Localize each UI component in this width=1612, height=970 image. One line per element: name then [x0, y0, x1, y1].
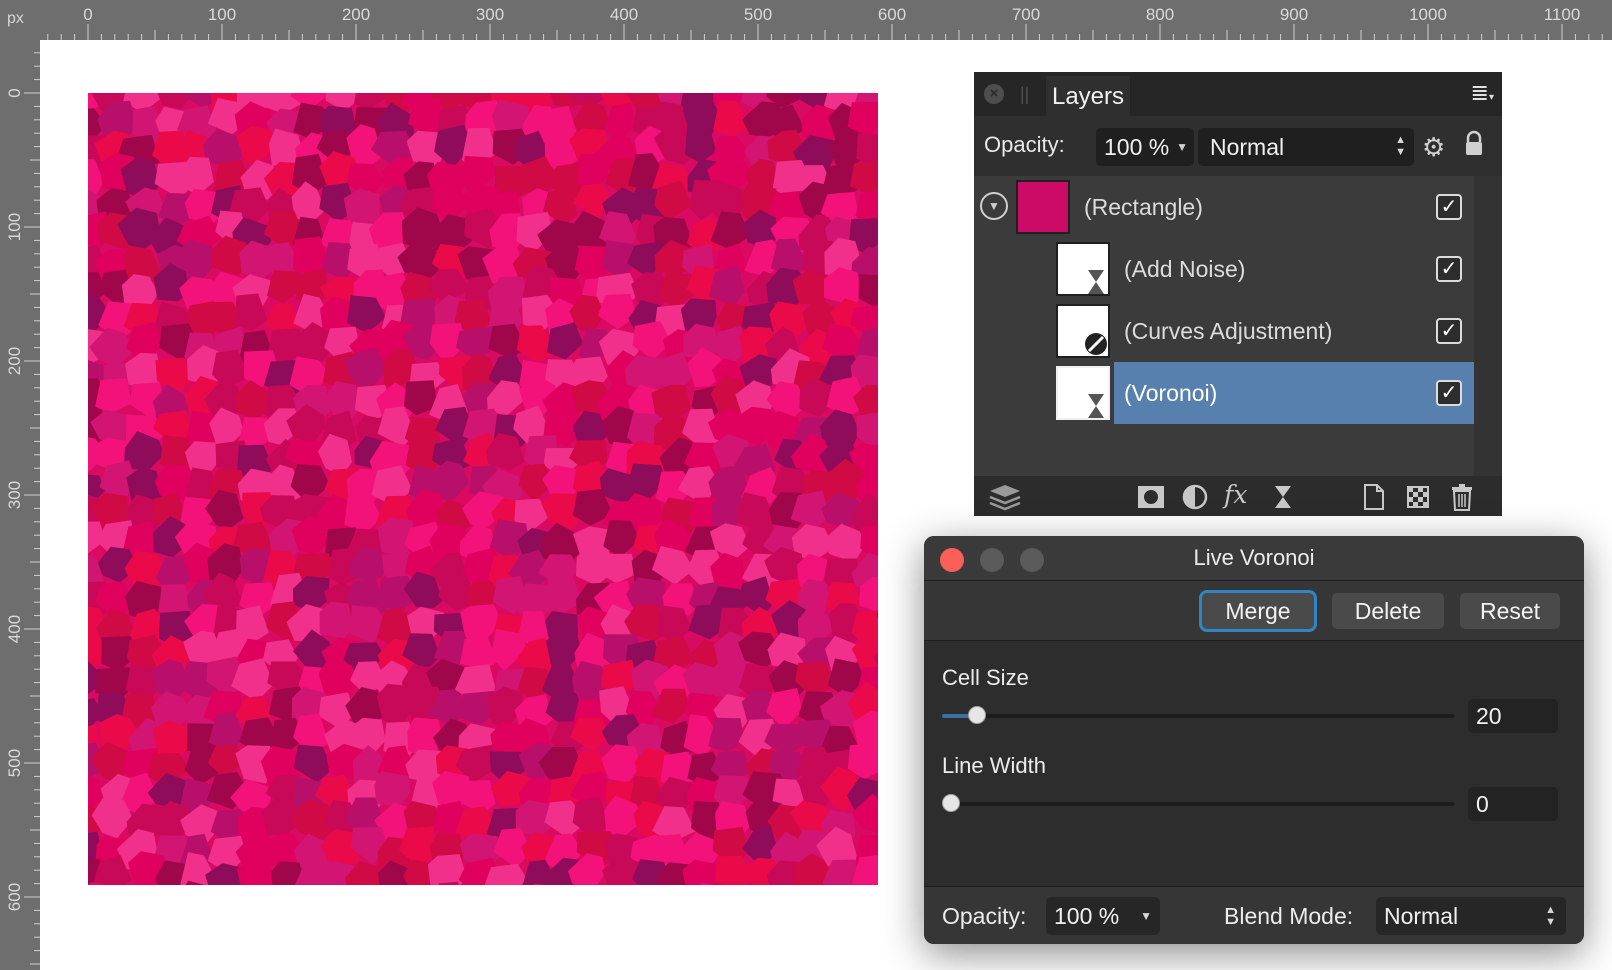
line-width-slider[interactable] [942, 794, 1454, 812]
live-voronoi-dialog: Live Voronoi Merge Delete Reset Cell Siz… [924, 536, 1584, 944]
collapse-toggle-icon[interactable]: ▼ [980, 192, 1008, 220]
cell-size-input[interactable]: 20 [1468, 699, 1558, 733]
ruler-label: 300 [476, 5, 504, 24]
dialog-opacity-value: 100 % [1054, 903, 1120, 929]
ruler-label: 1000 [1409, 5, 1447, 24]
panel-grip-icon[interactable]: || [1020, 84, 1029, 105]
ruler-label: 400 [5, 615, 24, 643]
reset-button[interactable]: Reset [1460, 593, 1560, 629]
layer-row-rectangle[interactable]: ▼ (Rectangle) ✓ [974, 176, 1474, 238]
chevron-down-icon: ▼ [1140, 909, 1152, 923]
layers-panel: × || Layers ≣▾ Opacity: 100 % ▼ Normal ▲… [974, 72, 1502, 516]
visibility-checkbox-curves[interactable]: ✓ [1436, 318, 1462, 344]
live-filter-icon [1088, 270, 1104, 294]
ruler-label: 100 [5, 213, 24, 241]
dialog-title: Live Voronoi [1193, 545, 1315, 570]
ruler-label: 600 [878, 5, 906, 24]
dialog-toolbar: Merge Delete Reset [924, 581, 1584, 641]
ruler-label: 1100 [1544, 5, 1581, 24]
ruler-label: 200 [5, 347, 24, 375]
layers-icon[interactable] [988, 482, 1022, 512]
ruler-label: 0 [5, 88, 24, 97]
chevron-down-icon: ▼ [1176, 140, 1188, 154]
dialog-opacity-select[interactable]: 100 % ▼ [1046, 897, 1160, 935]
new-layer-icon[interactable] [1360, 482, 1388, 512]
line-width-slider-knob[interactable] [942, 794, 960, 812]
cell-size-slider[interactable] [942, 706, 1454, 724]
layer-row-curves-adjustment[interactable]: (Curves Adjustment) ✓ [974, 300, 1474, 362]
horizontal-ruler: 0 100 200 300 400 500 600 700 800 900 1000 1100 [0, 0, 1612, 40]
trash-icon[interactable] [1448, 482, 1476, 512]
adjustment-icon[interactable] [1180, 482, 1210, 512]
visibility-checkbox-add-noise[interactable]: ✓ [1436, 256, 1462, 282]
delete-button[interactable]: Delete [1332, 593, 1444, 629]
dialog-body: Cell Size 20 Line Width 0 [924, 641, 1584, 886]
ruler-label: 700 [1012, 5, 1040, 24]
layer-blend-mode-value: Normal [1210, 134, 1285, 160]
ruler-label: 600 [5, 883, 24, 911]
rectangle-thumbnail [1016, 180, 1070, 234]
live-filter-icon[interactable] [1268, 482, 1298, 512]
layers-list: ▼ (Rectangle) ✓ (Add Noise) ✓ (Curves Ad… [974, 176, 1474, 476]
layers-tab-bar: × || Layers ≣▾ [974, 72, 1502, 116]
gear-icon[interactable]: ⚙ [1422, 132, 1445, 163]
adjustment-icon [1085, 333, 1107, 355]
merge-button[interactable]: Merge [1202, 593, 1314, 629]
blend-mode-value: Normal [1384, 903, 1459, 929]
fx-icon[interactable]: fx [1224, 480, 1247, 509]
ruler-label: 800 [1146, 5, 1174, 24]
line-width-label: Line Width [942, 753, 1046, 778]
line-width-input[interactable]: 0 [1468, 787, 1558, 821]
live-filter-icon [1088, 394, 1104, 418]
horizontal-ruler-ticks: 0 100 200 300 400 500 600 700 800 900 1000 1100 [47, 5, 1603, 40]
ruler-label: 200 [342, 5, 370, 24]
add-noise-thumbnail [1056, 242, 1110, 296]
cell-size-label: Cell Size [942, 665, 1029, 690]
cell-size-slider-knob[interactable] [967, 706, 986, 724]
voronoi-artwork[interactable] [88, 93, 878, 885]
layer-opacity-field[interactable]: 100 % ▼ [1096, 128, 1194, 166]
layer-opacity-label: Opacity: [984, 132, 1065, 157]
layer-name-voronoi: (Voronoi) [1124, 380, 1218, 406]
dialog-opacity-label: Opacity: [942, 903, 1027, 929]
dialog-footer: Opacity: 100 % ▼ Blend Mode: Normal ▲ ▼ [924, 886, 1584, 944]
visibility-checkbox-rectangle[interactable]: ✓ [1436, 194, 1462, 220]
voronoi-thumbnail [1056, 366, 1110, 420]
layer-opacity-value: 100 % [1104, 134, 1170, 160]
layer-blend-mode-select[interactable]: Normal ▲ ▼ [1198, 128, 1414, 166]
ruler-label: 500 [5, 749, 24, 777]
ruler-label: 100 [208, 5, 236, 24]
layer-row-add-noise[interactable]: (Add Noise) ✓ [974, 238, 1474, 300]
ruler-unit-label: px [7, 10, 24, 27]
curves-thumbnail [1056, 304, 1110, 358]
mask-icon[interactable] [1136, 482, 1166, 512]
lock-icon[interactable] [1464, 130, 1484, 158]
ruler-corner: px [0, 0, 40, 40]
ruler-label: 900 [1280, 5, 1308, 24]
layer-name-rectangle: (Rectangle) [1084, 194, 1203, 220]
blend-mode-select[interactable]: Normal ▲ ▼ [1376, 897, 1566, 935]
stepper-arrows-icon: ▲ ▼ [1395, 134, 1406, 158]
layer-row-voronoi[interactable]: (Voronoi) ✓ [974, 362, 1474, 424]
panel-menu-icon[interactable]: ≣▾ [1471, 80, 1494, 106]
ruler-label: 0 [83, 5, 92, 24]
blend-mode-label: Blend Mode: [1224, 903, 1354, 929]
ruler-label: 500 [744, 5, 772, 24]
layers-scrollbar[interactable] [1474, 176, 1502, 476]
layers-footer-toolbar: fx [974, 476, 1502, 516]
vertical-ruler: 0 100 200 300 400 500 600 [0, 0, 40, 970]
layer-name-add-noise: (Add Noise) [1124, 256, 1246, 282]
tab-layers[interactable]: Layers [1046, 76, 1130, 116]
panel-close-icon[interactable]: × [984, 84, 1004, 104]
pixel-layer-icon[interactable] [1404, 482, 1432, 512]
ruler-label: 300 [5, 481, 24, 509]
stepper-arrows-icon: ▲ ▼ [1545, 904, 1556, 928]
ruler-label: 400 [610, 5, 638, 24]
layer-name-curves-adjustment: (Curves Adjustment) [1124, 318, 1333, 344]
dialog-title-bar[interactable]: Live Voronoi [924, 536, 1584, 581]
vertical-ruler-ticks: 0 100 200 300 400 500 600 [5, 52, 40, 965]
visibility-checkbox-voronoi[interactable]: ✓ [1436, 380, 1462, 406]
